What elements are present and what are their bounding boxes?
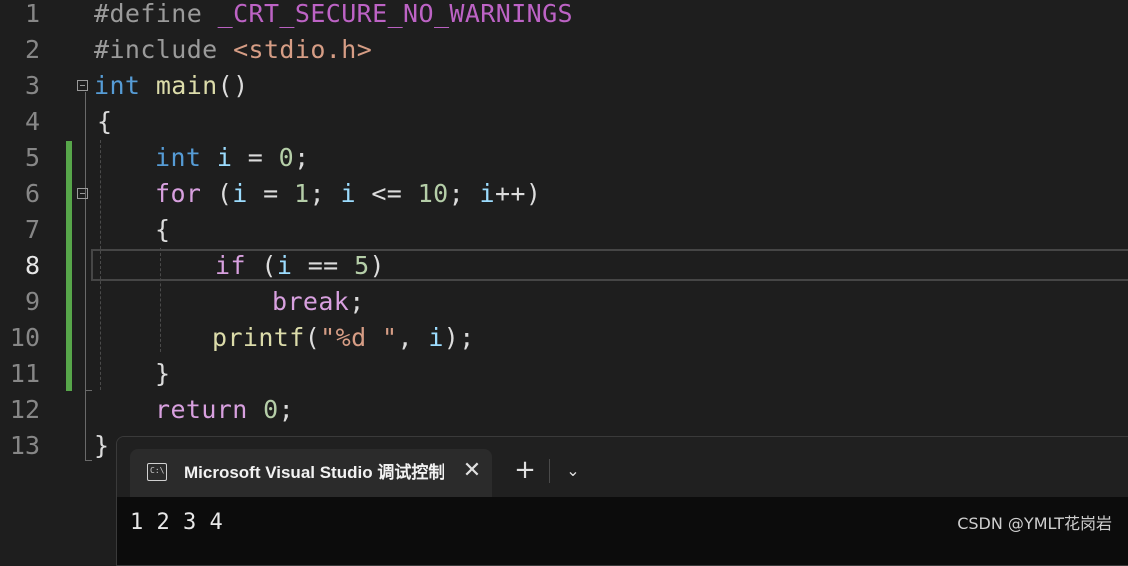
brace: } — [155, 359, 171, 388]
fold-region-line — [85, 92, 86, 460]
code-line-9[interactable]: break; — [272, 284, 365, 320]
punctuation: () — [217, 71, 249, 100]
brace: { — [97, 107, 113, 136]
operator: <= — [371, 179, 403, 208]
code-line-10[interactable]: printf("%d ", i); — [212, 320, 475, 356]
line-number: 1 — [24, 0, 40, 28]
console-icon: C:\ — [147, 463, 167, 481]
brace: { — [155, 215, 171, 244]
operator: ++ — [494, 179, 526, 208]
chevron-down-icon[interactable]: ⌄ — [559, 457, 587, 485]
punctuation: ; — [278, 395, 295, 424]
close-icon[interactable]: ✕ — [460, 457, 484, 485]
line-number: 11 — [9, 359, 40, 388]
line-number: 13 — [9, 431, 40, 460]
include-header: <stdio.h> — [233, 35, 373, 64]
code-line-4[interactable]: { — [97, 104, 112, 140]
fold-region-end — [85, 390, 92, 391]
preprocessor-directive: #define — [94, 0, 203, 28]
punctuation: ; — [309, 179, 325, 208]
type-keyword: int — [94, 71, 141, 100]
format-specifier: %d — [335, 323, 367, 352]
operator: = — [247, 143, 264, 172]
variable: i — [232, 179, 248, 208]
terminal-tab-strip: C:\ Microsoft Visual Studio 调试控制台 ✕ + ⌄ — [117, 437, 1128, 497]
line-number: 10 — [9, 323, 40, 352]
punctuation: ) — [525, 179, 542, 208]
code-line-13[interactable]: } — [94, 428, 109, 464]
string-quote: " — [320, 323, 336, 352]
code-line-6[interactable]: for (i = 1; i <= 10; i++) — [155, 176, 541, 212]
operator: = — [263, 179, 279, 208]
variable: i — [216, 143, 233, 172]
new-tab-button[interactable]: + — [511, 455, 539, 487]
line-number: 6 — [24, 179, 40, 208]
punctuation: ; — [294, 143, 310, 172]
tab-separator — [549, 459, 550, 483]
type-keyword: int — [155, 143, 202, 172]
function-name: main — [155, 71, 218, 100]
control-keyword: return — [155, 395, 248, 424]
number-literal: 0 — [263, 395, 279, 424]
variable: i — [479, 179, 495, 208]
number-literal: 10 — [417, 179, 449, 208]
line-number: 12 — [9, 395, 40, 424]
watermark: CSDN @YMLT花岗岩 — [957, 514, 1112, 533]
code-line-8[interactable]: if (i == 5) — [215, 248, 385, 284]
variable: i — [340, 179, 356, 208]
number-literal: 5 — [354, 251, 370, 280]
terminal-tab[interactable]: C:\ Microsoft Visual Studio 调试控制台 ✕ — [130, 449, 492, 497]
fold-toggle-icon[interactable] — [77, 80, 88, 91]
punctuation: ( — [304, 323, 321, 352]
line-number: 2 — [24, 35, 40, 64]
terminal-window[interactable]: C:\ Microsoft Visual Studio 调试控制台 ✕ + ⌄ … — [116, 436, 1128, 566]
code-line-2[interactable]: #include <stdio.h> — [94, 32, 372, 68]
operator: == — [307, 251, 339, 280]
fold-toggle-icon[interactable] — [77, 188, 88, 199]
line-number: 7 — [24, 215, 40, 244]
line-number: 9 — [24, 287, 40, 316]
tab-title: Microsoft Visual Studio 调试控制台 — [184, 463, 444, 482]
macro-name: _CRT_SECURE_NO_WARNINGS — [217, 0, 574, 28]
code-line-11[interactable]: } — [155, 356, 170, 392]
code-line-12[interactable]: return 0; — [155, 392, 294, 428]
fold-region-end — [85, 460, 92, 461]
line-number: 5 — [24, 143, 40, 172]
function-call: printf — [212, 323, 305, 352]
control-keyword: break — [272, 287, 350, 316]
code-line-3[interactable]: int main() — [94, 68, 249, 104]
control-keyword: for — [155, 179, 202, 208]
code-line-5[interactable]: int i = 0; — [155, 140, 310, 176]
variable: i — [276, 251, 293, 280]
control-keyword: if — [215, 251, 246, 280]
line-number: 4 — [24, 107, 40, 136]
program-output: 1 2 3 4 — [130, 510, 223, 535]
code-line-7[interactable]: { — [155, 212, 170, 248]
punctuation: , — [397, 323, 413, 352]
line-number: 3 — [24, 71, 40, 100]
preprocessor-directive: #include — [94, 35, 218, 64]
code-line-1[interactable]: #define _CRT_SECURE_NO_WARNINGS — [94, 0, 573, 32]
change-indicator-bar — [66, 141, 72, 391]
line-number-active: 8 — [24, 251, 40, 280]
string-literal: " — [366, 323, 398, 352]
number-literal: 1 — [294, 179, 310, 208]
punctuation: ; — [448, 179, 465, 208]
number-literal: 0 — [278, 143, 295, 172]
variable: i — [428, 323, 444, 352]
punctuation: ( — [216, 179, 233, 208]
punctuation: ); — [443, 323, 475, 352]
punctuation: ) — [369, 251, 385, 280]
brace: } — [94, 431, 110, 460]
punctuation: ( — [261, 251, 277, 280]
punctuation: ; — [349, 287, 365, 316]
